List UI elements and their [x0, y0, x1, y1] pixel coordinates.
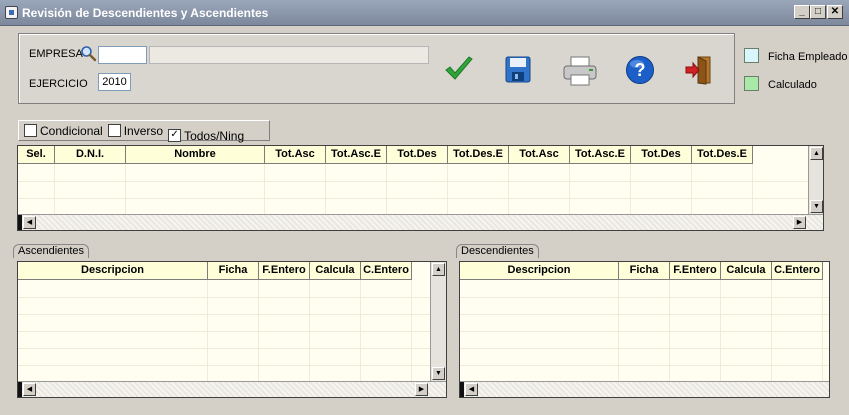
descendientes-grid-header: Descripcion Ficha F.Entero Calcula C.Ent…	[460, 262, 823, 280]
scroll-left-arrow-icon[interactable]: ◀	[465, 383, 478, 396]
col-tot-des-e-2[interactable]: Tot.Des.E	[692, 146, 753, 163]
condicional-label: Condicional	[40, 123, 103, 138]
printer-icon[interactable]	[562, 56, 598, 86]
todos-ning-checkbox[interactable]: ✓ Todos/Ning	[168, 126, 244, 145]
svg-text:?: ?	[635, 60, 646, 80]
window-title: Revisión de Descendientes y Ascendientes	[22, 6, 269, 20]
des-col-ficha[interactable]: Ficha	[619, 262, 670, 279]
col-tot-asc[interactable]: Tot.Asc	[265, 146, 326, 163]
ascendientes-grid[interactable]: Descripcion Ficha F.Entero Calcula C.Ent…	[17, 261, 447, 398]
hscroll-corner	[460, 382, 464, 397]
help-icon[interactable]: ?	[625, 55, 655, 85]
col-nombre[interactable]: Nombre	[126, 146, 265, 163]
des-col-f-entero[interactable]: F.Entero	[670, 262, 721, 279]
table-row[interactable]	[460, 348, 829, 366]
descendientes-hscrollbar[interactable]: ◀	[460, 381, 829, 397]
asc-col-c-entero[interactable]: C.Entero	[361, 262, 412, 279]
empresa-code-input[interactable]	[98, 46, 147, 64]
table-row[interactable]	[18, 280, 430, 298]
scroll-down-arrow-icon[interactable]: ▼	[810, 200, 823, 213]
scroll-left-arrow-icon[interactable]: ◀	[23, 216, 36, 229]
checkmark-icon[interactable]	[444, 56, 474, 84]
des-col-c-entero[interactable]: C.Entero	[772, 262, 823, 279]
empresa-label: EMPRESA	[29, 48, 83, 60]
inverso-checkbox[interactable]: Inverso	[107, 121, 164, 140]
asc-col-descripcion[interactable]: Descripcion	[18, 262, 208, 279]
col-dni[interactable]: D.N.I.	[55, 146, 126, 163]
scroll-right-arrow-icon[interactable]: ▶	[793, 216, 806, 229]
ficha-empleado-label: Ficha Empleado	[768, 51, 848, 63]
ejercicio-label: EJERCICIO	[29, 78, 88, 90]
close-button[interactable]: ✕	[827, 5, 843, 19]
hscroll-corner	[18, 215, 22, 230]
table-row[interactable]	[460, 314, 829, 332]
descendientes-grid[interactable]: Descripcion Ficha F.Entero Calcula C.Ent…	[459, 261, 830, 398]
descendientes-title: Descendientes	[456, 244, 539, 258]
hscroll-corner	[18, 382, 22, 397]
search-icon[interactable]	[80, 45, 97, 62]
col-tot-asc-e[interactable]: Tot.Asc.E	[326, 146, 387, 163]
table-row[interactable]	[460, 331, 829, 349]
ejercicio-input[interactable]: 2010	[98, 73, 131, 91]
employees-vscrollbar[interactable]: ▲ ▼	[808, 146, 823, 214]
col-sel[interactable]: Sel.	[18, 146, 55, 163]
calculado-label: Calculado	[768, 79, 817, 91]
col-tot-des-2[interactable]: Tot.Des	[631, 146, 692, 163]
table-row[interactable]	[18, 297, 430, 315]
employees-grid[interactable]: Sel. D.N.I. Nombre Tot.Asc Tot.Asc.E Tot…	[17, 145, 824, 231]
filter-bar: Condicional Inverso ✓ Todos/Ning	[18, 120, 270, 143]
col-tot-des-e[interactable]: Tot.Des.E	[448, 146, 509, 163]
app-icon	[5, 6, 18, 19]
table-row[interactable]	[18, 164, 808, 182]
table-row[interactable]	[460, 280, 829, 298]
table-row[interactable]	[18, 348, 430, 366]
col-tot-des[interactable]: Tot.Des	[387, 146, 448, 163]
inverso-label: Inverso	[123, 123, 164, 138]
condicional-checkbox[interactable]: Condicional	[24, 121, 103, 140]
inverso-box[interactable]	[107, 124, 121, 137]
scroll-up-arrow-icon[interactable]: ▲	[432, 263, 445, 276]
table-row[interactable]	[460, 297, 829, 315]
todos-ning-box[interactable]: ✓	[168, 129, 182, 142]
scroll-down-arrow-icon[interactable]: ▼	[432, 367, 445, 380]
title-bar[interactable]: Revisión de Descendientes y Ascendientes…	[0, 0, 849, 26]
calculado-swatch	[744, 76, 759, 91]
col-tot-asc-e-2[interactable]: Tot.Asc.E	[570, 146, 631, 163]
ascendientes-vscrollbar[interactable]: ▲ ▼	[430, 262, 446, 381]
ascendientes-grid-header: Descripcion Ficha F.Entero Calcula C.Ent…	[18, 262, 412, 280]
col-tot-asc-2[interactable]: Tot.Asc	[509, 146, 570, 163]
employees-hscrollbar[interactable]: ◀ ▶	[18, 214, 823, 230]
ascendientes-hscrollbar[interactable]: ◀ ▶	[18, 381, 446, 397]
minimize-button[interactable]: _	[794, 5, 810, 19]
ficha-empleado-swatch	[744, 48, 759, 63]
table-row[interactable]	[18, 331, 430, 349]
empresa-name-field	[149, 46, 429, 64]
scroll-left-arrow-icon[interactable]: ◀	[23, 383, 36, 396]
condicional-box[interactable]	[24, 124, 37, 137]
des-col-calcula[interactable]: Calcula	[721, 262, 772, 279]
table-row[interactable]	[18, 314, 430, 332]
scroll-right-arrow-icon[interactable]: ▶	[415, 383, 428, 396]
todos-ning-label: Todos/Ning	[184, 128, 245, 143]
exit-icon[interactable]	[684, 55, 714, 85]
ascendientes-title: Ascendientes	[13, 244, 90, 258]
scroll-up-arrow-icon[interactable]: ▲	[810, 147, 823, 160]
maximize-button[interactable]: □	[810, 5, 826, 19]
save-icon[interactable]	[505, 56, 531, 83]
table-row[interactable]	[18, 181, 808, 199]
asc-col-f-entero[interactable]: F.Entero	[259, 262, 310, 279]
asc-col-calcula[interactable]: Calcula	[310, 262, 361, 279]
asc-col-ficha[interactable]: Ficha	[208, 262, 259, 279]
des-col-descripcion[interactable]: Descripcion	[460, 262, 619, 279]
employees-grid-header: Sel. D.N.I. Nombre Tot.Asc Tot.Asc.E Tot…	[18, 146, 753, 164]
